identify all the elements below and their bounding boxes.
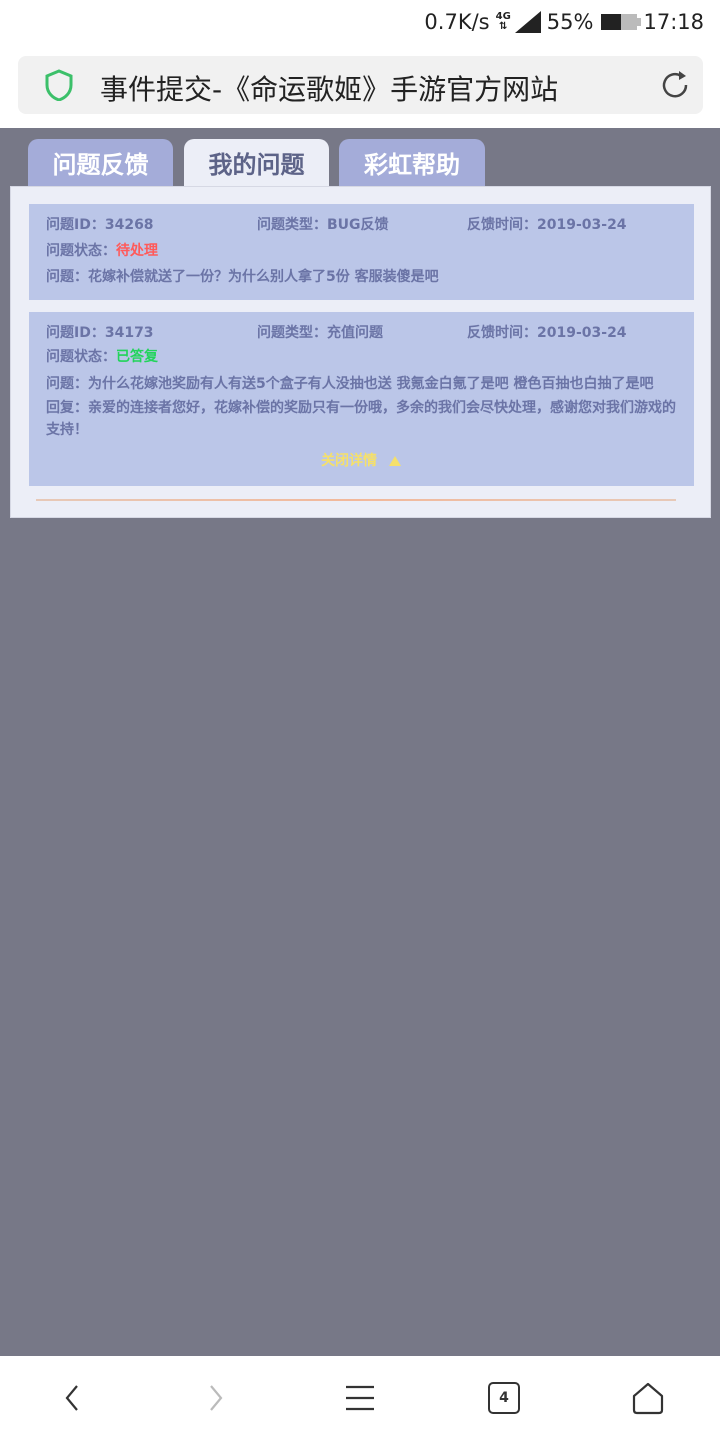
battery-icon xyxy=(601,14,642,30)
issue-time: 反馈时间：2019-03-24 xyxy=(467,217,627,233)
tab-feedback[interactable]: 问题反馈 xyxy=(28,139,173,187)
triangle-up-icon xyxy=(388,456,401,466)
issues-panel: 问题ID：34268 问题类型：BUG反馈 反馈时间：2019-03-24 问题… xyxy=(10,186,711,518)
tabs-button[interactable]: 4 xyxy=(482,1376,526,1420)
issue-type: 问题类型：BUG反馈 xyxy=(257,217,389,233)
back-button[interactable] xyxy=(50,1376,94,1420)
page-title: 事件提交-《命运歌姬》手游官方网站 xyxy=(100,73,559,106)
network-type-icon: 4G ⇅ xyxy=(495,11,511,32)
status-bar: 0.7K/s 4G ⇅ 55% 17:18 xyxy=(0,0,720,44)
browser-toolbar: 事件提交-《命运歌姬》手游官方网站 xyxy=(0,44,720,128)
issue-reply: 回复：亲爱的连接者您好，花嫁补偿的奖励只有一份哦，多余的我们会尽快处理，感谢您对… xyxy=(46,400,676,438)
status-badge: 待处理 xyxy=(116,243,158,259)
issue-id: 问题ID：34173 xyxy=(46,325,154,341)
battery-fill xyxy=(601,14,622,30)
address-bar[interactable]: 事件提交-《命运歌姬》手游官方网站 xyxy=(18,56,703,114)
tab-rainbow-help[interactable]: 彩虹帮助 xyxy=(339,139,485,187)
home-icon xyxy=(632,1382,664,1415)
shield-icon xyxy=(45,69,73,101)
status-badge: 已答复 xyxy=(116,349,158,365)
reload-icon[interactable] xyxy=(659,69,691,101)
close-details-button[interactable]: 关闭详情 xyxy=(29,450,694,470)
tabs-icon: 4 xyxy=(488,1382,520,1414)
issue-id: 问题ID：34268 xyxy=(46,217,154,233)
back-icon xyxy=(65,1385,78,1411)
battery-percent: 55% xyxy=(546,10,594,34)
menu-button[interactable] xyxy=(338,1376,382,1420)
browser-bottom-nav: 4 xyxy=(0,1356,720,1440)
network-indicator: 4G ⇅ xyxy=(496,11,541,33)
network-speed: 0.7K/s xyxy=(424,10,490,34)
issue-status: 问题状态：待处理 xyxy=(46,243,158,259)
signal-icon xyxy=(514,11,541,33)
menu-icon xyxy=(346,1385,374,1411)
issue-question: 问题：为什么花嫁池奖励有人有送5个盒子有人没抽也送 我氪金白氪了是吧 橙色百抽也… xyxy=(46,376,654,392)
home-button[interactable] xyxy=(626,1376,670,1420)
issue-type: 问题类型：充值问题 xyxy=(257,325,383,341)
forward-button[interactable] xyxy=(194,1376,238,1420)
issue-question: 问题：花嫁补偿就送了一份？为什么别人拿了5份 客服装傻是吧 xyxy=(46,269,439,285)
issue-status: 问题状态：已答复 xyxy=(46,349,158,365)
issue-card[interactable]: 问题ID：34268 问题类型：BUG反馈 反馈时间：2019-03-24 问题… xyxy=(29,204,694,300)
close-details-label: 关闭详情 xyxy=(321,453,378,469)
divider xyxy=(36,499,676,501)
issue-card[interactable]: 问题ID：34173 问题类型：充值问题 反馈时间：2019-03-24 问题状… xyxy=(29,312,694,486)
clock: 17:18 xyxy=(643,10,704,34)
issue-time: 反馈时间：2019-03-24 xyxy=(467,325,627,341)
tab-count: 4 xyxy=(499,1390,509,1406)
forward-icon xyxy=(210,1385,223,1411)
tab-my-issues[interactable]: 我的问题 xyxy=(184,139,329,187)
